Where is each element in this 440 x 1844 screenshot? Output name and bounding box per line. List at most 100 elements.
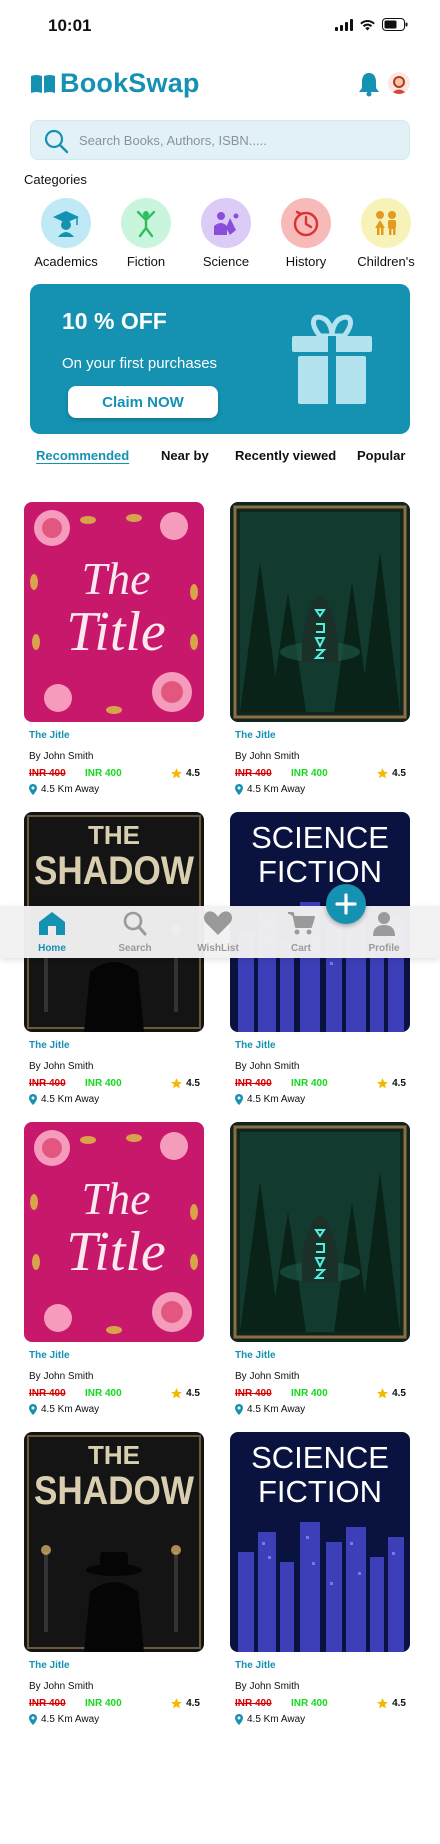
book-cover[interactable]: SCIENCE FICTION (230, 1432, 410, 1652)
nav-wishlist[interactable]: WishList (188, 910, 248, 954)
category-history[interactable]: History (264, 198, 348, 269)
rating-value: 4.5 (392, 1078, 406, 1089)
categories-title: Categories (24, 172, 87, 187)
tab-recently-viewed[interactable]: Recently viewed (235, 448, 336, 463)
book-title[interactable]: The Jitle (29, 1350, 70, 1361)
book-title[interactable]: The Jitle (235, 1350, 276, 1361)
star-icon (377, 1388, 389, 1399)
home-screen: 10:01 BookSwap Search Books, Authors, IS… (0, 0, 440, 1844)
history-icon (281, 198, 331, 248)
book-author: By John Smith (235, 1371, 300, 1382)
book-card[interactable]: THE SHADOW The Jitle By John Smith INR 4… (24, 1432, 204, 1732)
book-filter-tabs: Recommended Near by Recently viewed Popu… (0, 448, 440, 472)
user-avatar[interactable] (388, 72, 410, 94)
categories-row: Academics Fiction Science History Childr… (24, 198, 416, 272)
book-card[interactable]: SCIENCE FICTION The Jitle By John Smith … (230, 812, 410, 1112)
book-distance: 4.5 Km Away (235, 784, 305, 795)
search-input[interactable] (79, 121, 399, 159)
category-science[interactable]: Science (184, 198, 268, 269)
rating-value: 4.5 (392, 1698, 406, 1709)
category-fiction[interactable]: Fiction (104, 198, 188, 269)
book-author: By John Smith (29, 1681, 94, 1692)
cover-text: SHADOW (34, 849, 194, 893)
star-icon (377, 1698, 389, 1709)
rating-value: 4.5 (186, 1388, 200, 1399)
category-children[interactable]: Children's (344, 198, 428, 269)
book-title[interactable]: The Jitle (29, 730, 70, 741)
book-card[interactable]: The Jitle By John Smith INR 400 INR 400 … (230, 1122, 410, 1422)
book-new-price: INR 400 (291, 1078, 328, 1089)
star-icon (377, 768, 389, 779)
nav-home[interactable]: Home (22, 910, 82, 954)
book-card[interactable]: The Title The Jitle By John Smith INR 40… (24, 1122, 204, 1422)
cover-text: THE (88, 1440, 140, 1470)
promo-subtitle: On your first purchases (62, 355, 218, 372)
book-rating: 4.5 (170, 1697, 200, 1710)
book-title[interactable]: The Jitle (235, 1040, 276, 1051)
nav-profile[interactable]: Profile (354, 910, 414, 954)
book-card[interactable]: THE SHADOW The Jitle By John Smith INR 4… (24, 812, 204, 1112)
tab-popular[interactable]: Popular (357, 448, 405, 463)
rating-value: 4.5 (186, 1078, 200, 1089)
book-distance: 4.5 Km Away (29, 1094, 99, 1105)
distance-value: 4.5 Km Away (247, 1404, 306, 1415)
add-book-button[interactable] (326, 884, 366, 924)
category-academics[interactable]: Academics (24, 198, 108, 269)
tab-recommended[interactable]: Recommended (36, 448, 129, 463)
star-icon (171, 1078, 183, 1089)
book-old-price: INR 400 (235, 768, 272, 779)
book-old-price: INR 400 (29, 768, 66, 779)
book-distance: 4.5 Km Away (29, 1404, 99, 1415)
notification-bell-icon[interactable] (358, 71, 380, 97)
status-icons (335, 18, 408, 31)
location-pin-icon (29, 1094, 37, 1105)
distance-value: 4.5 Km Away (41, 1094, 100, 1105)
status-time: 10:01 (48, 16, 92, 35)
book-title[interactable]: The Jitle (235, 1660, 276, 1671)
signal-icon (335, 18, 353, 31)
distance-value: 4.5 Km Away (247, 1094, 306, 1105)
children-icon (361, 198, 411, 248)
book-cover[interactable]: The Title (24, 502, 204, 722)
search-icon[interactable] (43, 128, 69, 154)
location-pin-icon (235, 1094, 243, 1105)
book-card[interactable]: The Title The Jitle By John Smith INR 40… (24, 502, 204, 802)
profile-icon (373, 912, 395, 936)
distance-value: 4.5 Km Away (41, 1404, 100, 1415)
book-author: By John Smith (29, 1371, 94, 1382)
app-title: BookSwap (60, 68, 200, 98)
nav-search[interactable]: Search (105, 910, 165, 954)
nav-label: Home (38, 943, 66, 954)
avatar-image (391, 76, 407, 94)
book-card[interactable]: SCIENCE FICTION The Jitle By John Smith … (230, 1432, 410, 1732)
book-cover[interactable] (230, 1122, 410, 1342)
book-rating: 4.5 (376, 1697, 406, 1710)
nav-cart[interactable]: Cart (271, 910, 331, 954)
cover-text: SCIENCE (251, 820, 389, 855)
plus-icon (335, 893, 357, 915)
book-title[interactable]: The Jitle (29, 1040, 70, 1051)
book-cover[interactable]: The Title (24, 1122, 204, 1342)
cover-text: THE (88, 820, 140, 850)
book-new-price: INR 400 (85, 1078, 122, 1089)
book-distance: 4.5 Km Away (235, 1094, 305, 1105)
location-pin-icon (29, 1714, 37, 1725)
book-cover[interactable]: THE SHADOW (24, 1432, 204, 1652)
book-distance: 4.5 Km Away (29, 1714, 99, 1725)
claim-now-button[interactable]: Claim NOW (68, 386, 218, 418)
book-title[interactable]: The Jitle (235, 730, 276, 741)
book-cover[interactable] (230, 502, 410, 722)
book-author: By John Smith (29, 1061, 94, 1072)
cover-text: SCIENCE (251, 1440, 389, 1475)
book-title[interactable]: The Jitle (29, 1660, 70, 1671)
book-new-price: INR 400 (85, 1698, 122, 1709)
cover-text: Title (66, 601, 166, 663)
rating-value: 4.5 (392, 768, 406, 779)
tab-near-by[interactable]: Near by (161, 448, 209, 463)
star-icon (171, 1388, 183, 1399)
cover-text: Title (66, 1221, 166, 1283)
book-card[interactable]: The Jitle By John Smith INR 400 INR 400 … (230, 502, 410, 802)
promo-banner: 10 % OFF On your first purchases Claim N… (30, 284, 410, 434)
category-label: Academics (34, 254, 98, 269)
book-new-price: INR 400 (85, 768, 122, 779)
